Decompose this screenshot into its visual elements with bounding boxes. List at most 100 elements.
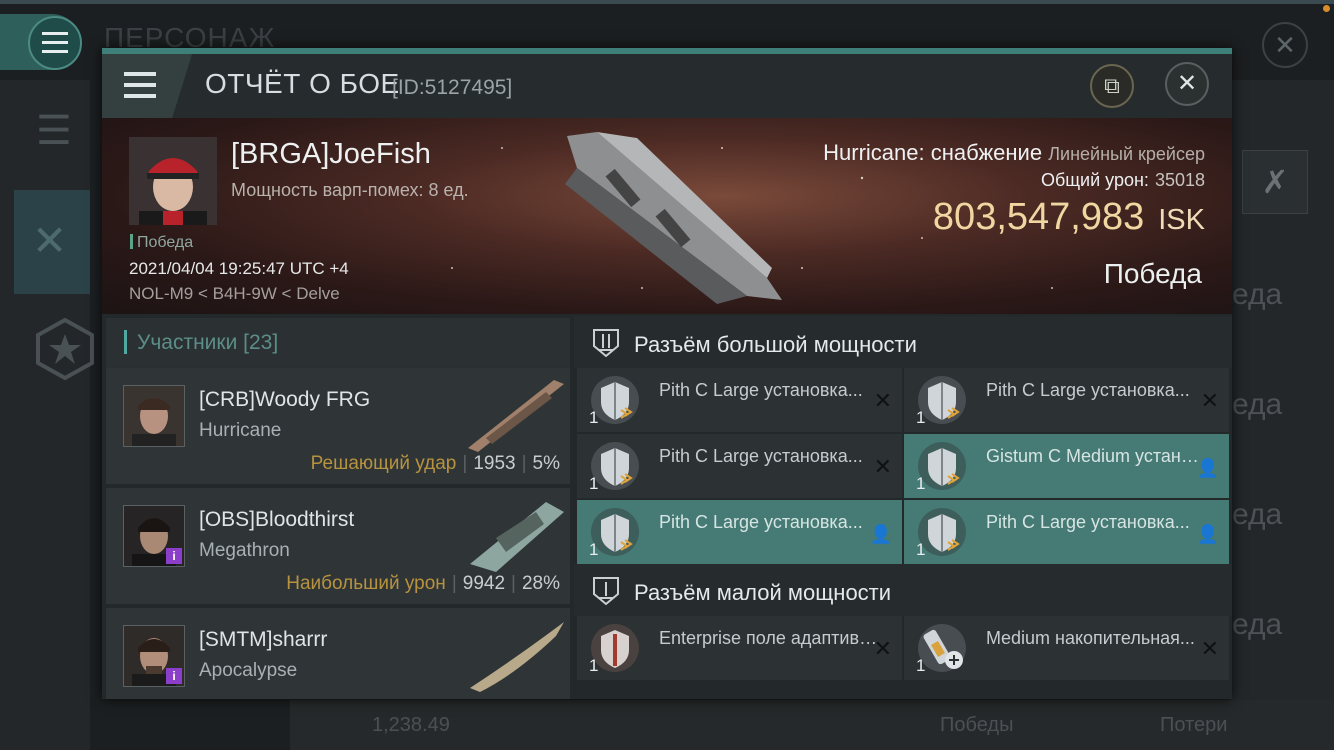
background-list-item: еда: [1232, 278, 1283, 311]
module-name: Pith C Large установка...: [986, 512, 1190, 532]
isk-value: 803,547,983 ISK: [933, 196, 1205, 239]
background-close-icon[interactable]: ✕: [1262, 22, 1308, 68]
participant-name[interactable]: [SMTM]sharrr: [199, 628, 327, 652]
background-list-item: еда: [1232, 388, 1283, 421]
high-slot-header: Разъём большой мощности: [574, 316, 1232, 368]
avatar[interactable]: i: [123, 505, 185, 567]
battle-result: Победа: [1103, 258, 1202, 289]
victory-tag: Победа: [130, 234, 193, 252]
external-link-icon[interactable]: ⧉: [1090, 64, 1134, 108]
module-cell[interactable]: 1 Pith C Large установка... ✕: [577, 368, 902, 432]
background-list-item: еда: [1232, 498, 1283, 531]
final-blow-tag: Решающий удар: [310, 453, 457, 474]
participant-row[interactable]: i [OBS]Bloodthirst Megathron Наибольший …: [106, 488, 570, 608]
module-cell[interactable]: 1 Pith C Large установка... ✕: [904, 368, 1229, 432]
participant-ship-image: [470, 502, 564, 572]
victim-ship-line: Hurricane: снабжение Линейный крейсер: [823, 140, 1205, 166]
victim-ship-image[interactable]: [557, 128, 787, 308]
isk-amount: 803,547,983: [932, 196, 1145, 238]
list-icon[interactable]: ☰: [36, 108, 72, 154]
participant-ship-image: [470, 622, 564, 692]
total-damage-value: 35018: [1154, 170, 1205, 190]
high-slot-title: Разъём большой мощности: [634, 332, 917, 357]
background-bottom-bar: 1,238.49 Победы Потери: [290, 700, 1334, 750]
warp-strength: Мощность варп-помех: 8 ед.: [231, 180, 469, 200]
kill-location[interactable]: NOL-M9 < B4H-9W < Delve: [129, 284, 340, 304]
background-wins-label: Победы: [940, 714, 1014, 736]
participant-stats: Наибольший урон | 9942 | 28%: [286, 573, 560, 594]
background-bottom-value: 1,238.49: [372, 714, 450, 736]
module-quantity: 1: [589, 474, 599, 493]
battle-report-dialog: ОТЧЁТ О БОЕ [ID:5127495] ⧉ ✕ [BRGA]JoeFi…: [102, 48, 1232, 699]
avatar[interactable]: [123, 385, 185, 447]
participant-damage: 9942: [462, 573, 506, 594]
destroyed-icon: ✕: [873, 388, 892, 413]
participant-damage: 1953: [473, 453, 516, 474]
module-cell[interactable]: 1 Pith C Large установка... ✕: [577, 434, 902, 498]
hamburger-icon: [124, 72, 156, 105]
participant-ship: Hurricane: [199, 420, 282, 441]
participants-header: Участники [23]: [106, 318, 570, 366]
module-cell[interactable]: 1 Pith C Large установка... 👤: [577, 500, 902, 564]
destroyed-icon: ✕: [1200, 636, 1219, 661]
participant-ship: Apocalypse: [199, 660, 298, 681]
module-quantity: 1: [589, 656, 599, 675]
module-cell[interactable]: 1 Enterprise поле адаптивно... ✕: [577, 616, 902, 680]
module-cell[interactable]: 1 Medium накопительная... ✕: [904, 616, 1229, 680]
background-sidebar: ☰: [0, 80, 90, 750]
module-cell[interactable]: 1 Gistum C Medium установк... 👤: [904, 434, 1229, 498]
background-sidebar-active[interactable]: ✕: [14, 190, 90, 294]
victim-ship-class: Линейный крейсер: [1048, 144, 1205, 164]
module-quantity: 1: [589, 408, 599, 427]
module-name: Pith C Large установка...: [659, 446, 863, 466]
low-slot-header: Разъём малой мощности: [574, 564, 1232, 616]
background-list-item: еда: [1232, 608, 1283, 641]
info-badge: i: [166, 548, 182, 564]
victim-ship-name[interactable]: Hurricane: снабжение: [823, 140, 1042, 165]
participants-count: Участники [23]: [137, 331, 279, 354]
participant-name[interactable]: [CRB]Woody FRG: [199, 388, 370, 412]
participant-row[interactable]: [CRB]Woody FRG Hurricane Решающий удар | 1…: [106, 368, 570, 488]
fitting-panel: Разъём большой мощности 1 Pith C Large у…: [574, 316, 1232, 699]
participant-name[interactable]: [OBS]Bloodthirst: [199, 508, 354, 532]
background-tools-button[interactable]: ✗: [1242, 150, 1308, 214]
module-quantity: 1: [589, 540, 599, 559]
participant-ship-image: [468, 380, 564, 452]
dropped-person-icon: 👤: [869, 524, 892, 544]
victim-portrait[interactable]: [129, 137, 217, 225]
victory-tag-label: Победа: [137, 234, 194, 251]
participant-stats: Решающий удар | 1953 | 5%: [310, 453, 560, 474]
report-id: [ID:5127495]: [392, 76, 513, 99]
destroyed-icon: ✕: [873, 454, 892, 479]
top-bar: [0, 0, 1334, 4]
low-slot-icon: [593, 577, 619, 606]
destroyed-icon: ✕: [1200, 388, 1219, 413]
avatar[interactable]: i: [123, 625, 185, 687]
wrench-icon: ✗: [1261, 164, 1289, 200]
participant-row[interactable]: i [SMTM]sharrr Apocalypse: [106, 608, 570, 699]
module-quantity: 1: [916, 474, 926, 493]
star-badge-icon[interactable]: [34, 317, 96, 381]
total-damage: Общий урон: 35018: [1041, 170, 1205, 191]
participants-panel: Участники [23] [CRB]Woody FRG Hurricane …: [106, 318, 570, 699]
top-damage-tag: Наибольший урон: [286, 573, 446, 594]
dropped-person-icon: 👤: [1196, 524, 1219, 544]
dropped-person-icon: 👤: [1196, 458, 1219, 478]
info-badge: i: [166, 668, 182, 684]
module-quantity: 1: [916, 656, 926, 675]
high-slot-icon: [593, 329, 619, 358]
module-name: Pith C Large установка...: [986, 380, 1190, 400]
module-quantity: 1: [916, 408, 926, 427]
module-name: Pith C Large установка...: [659, 512, 863, 532]
main-menu-icon[interactable]: [28, 16, 82, 70]
participant-ship: Megathron: [199, 540, 290, 561]
victim-pilot-name[interactable]: [BRGA]JoeFish: [231, 138, 431, 171]
close-icon[interactable]: ✕: [1165, 62, 1209, 106]
background-losses-label: Потери: [1160, 714, 1228, 736]
dialog-title: ОТЧЁТ О БОЕ: [205, 68, 400, 99]
participant-percent: 28%: [521, 573, 560, 594]
header-accent: [124, 330, 127, 354]
isk-unit: ISK: [1158, 204, 1205, 236]
module-name: Gistum C Medium установк...: [986, 446, 1206, 466]
module-cell[interactable]: 1 Pith C Large установка... 👤: [904, 500, 1229, 564]
